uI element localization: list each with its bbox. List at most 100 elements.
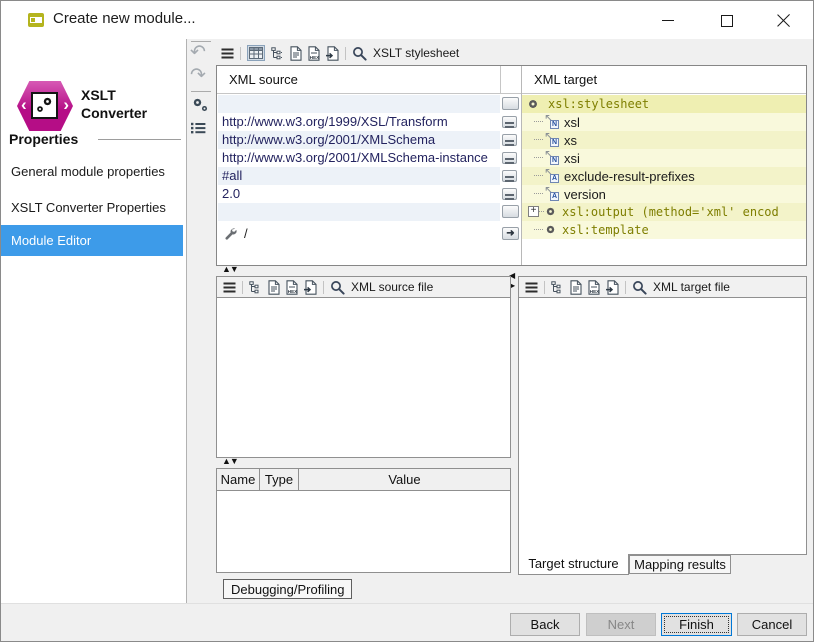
source-row[interactable]: #all bbox=[218, 167, 500, 185]
tree-branch-line bbox=[534, 193, 543, 194]
horizontal-splitter[interactable]: ▲▼ bbox=[222, 264, 238, 274]
equal-connector-button[interactable] bbox=[502, 134, 517, 146]
logo-gears-icon bbox=[31, 92, 58, 119]
column-header-name[interactable]: Name bbox=[217, 469, 260, 490]
grid-view-icon[interactable] bbox=[247, 45, 265, 61]
minimize-icon bbox=[662, 20, 674, 21]
list-icon[interactable] bbox=[191, 121, 206, 139]
source-file-toolbar-label: XML source file bbox=[351, 280, 433, 294]
tab-mapping-results[interactable]: Mapping results bbox=[629, 555, 731, 574]
source-file-view[interactable] bbox=[216, 297, 511, 458]
doc-icon[interactable] bbox=[570, 280, 582, 295]
toolbar-separator bbox=[191, 91, 211, 92]
source-root-text: / bbox=[244, 226, 248, 241]
maximize-button[interactable] bbox=[703, 5, 749, 35]
variables-table: Name Type Value bbox=[216, 468, 511, 573]
menu-icon[interactable] bbox=[223, 282, 236, 293]
search-icon[interactable] bbox=[330, 280, 345, 295]
redo-icon[interactable]: ↷ bbox=[190, 66, 206, 86]
tree-node-stylesheet[interactable]: xsl:stylesheet bbox=[522, 95, 806, 113]
connector-slot-button[interactable] bbox=[502, 205, 519, 218]
cancel-button[interactable]: Cancel bbox=[737, 613, 807, 636]
sidebar: ‹ › XSLT Converter Properties General mo… bbox=[1, 39, 186, 603]
sidebar-item-xslt-converter-properties[interactable]: XSLT Converter Properties bbox=[1, 197, 183, 219]
sidebar-item-general-module-properties[interactable]: General module properties bbox=[1, 161, 183, 183]
equal-connector-button[interactable] bbox=[502, 170, 517, 182]
expand-icon[interactable]: + bbox=[528, 206, 539, 217]
menu-icon[interactable] bbox=[221, 48, 234, 59]
tree-node-template[interactable]: xsl:template bbox=[522, 221, 806, 239]
source-row[interactable]: http://www.w3.org/2001/XMLSchema-instanc… bbox=[218, 149, 500, 167]
import-doc-icon[interactable] bbox=[606, 280, 619, 295]
doc-icon[interactable] bbox=[290, 46, 302, 61]
splitter-up-icon: ▲ bbox=[222, 264, 230, 274]
arrow-connector-button[interactable]: ➜ bbox=[502, 227, 519, 240]
header-divider bbox=[500, 66, 501, 93]
finish-button[interactable]: Finish bbox=[661, 613, 732, 636]
attribute-icon: ↖A bbox=[544, 168, 560, 183]
close-icon bbox=[777, 13, 791, 27]
tree-branch-line bbox=[534, 229, 543, 230]
import-doc-icon[interactable] bbox=[326, 46, 339, 61]
tab-target-structure[interactable]: Target structure bbox=[518, 554, 629, 575]
source-row[interactable]: http://www.w3.org/1999/XSL/Transform bbox=[218, 113, 500, 131]
doc-icon[interactable] bbox=[268, 280, 280, 295]
variables-table-header: Name Type Value bbox=[217, 469, 510, 491]
source-root-row[interactable]: / bbox=[218, 225, 500, 244]
import-doc-icon[interactable] bbox=[304, 280, 317, 295]
tree-node-label: version bbox=[564, 187, 606, 202]
mapping-header: XML source XML target bbox=[217, 66, 806, 94]
back-button[interactable]: Back bbox=[510, 613, 580, 636]
tree-view-icon[interactable] bbox=[249, 281, 262, 294]
search-icon[interactable] bbox=[632, 280, 647, 295]
sidebar-item-module-editor[interactable]: Module Editor bbox=[1, 225, 183, 256]
search-icon[interactable] bbox=[352, 46, 367, 61]
window-title: Create new module... bbox=[53, 10, 196, 27]
xslt-converter-logo-icon: ‹ › bbox=[17, 81, 73, 131]
source-row[interactable]: 2.0 bbox=[218, 185, 500, 203]
settings-gears-icon[interactable] bbox=[191, 96, 211, 116]
hex-doc-icon[interactable]: HEX bbox=[308, 46, 320, 61]
tree-view-icon[interactable] bbox=[551, 281, 564, 294]
source-row[interactable] bbox=[218, 203, 500, 221]
close-button[interactable] bbox=[761, 5, 807, 35]
source-row[interactable] bbox=[218, 95, 500, 113]
section-divider bbox=[98, 139, 181, 140]
equal-connector-button[interactable] bbox=[502, 188, 517, 200]
tree-node-label: xsi bbox=[564, 151, 580, 166]
minimize-button[interactable] bbox=[645, 5, 691, 35]
column-header-value[interactable]: Value bbox=[299, 469, 510, 490]
tree-node-label: xsl:output (method='xml' encod bbox=[562, 205, 779, 219]
tree-node-xsl[interactable]: ↖N xsl bbox=[522, 113, 806, 131]
app-icon bbox=[28, 13, 44, 27]
target-tree: xsl:stylesheet ↖N xsl ↖N xs ↖N xsi ↖A ex… bbox=[522, 95, 806, 239]
tree-node-version[interactable]: ↖A version bbox=[522, 185, 806, 203]
tree-node-label: exclude-result-prefixes bbox=[564, 169, 695, 184]
xml-source-header: XML source bbox=[229, 72, 298, 87]
source-row-text: #all bbox=[222, 168, 242, 183]
target-file-view[interactable] bbox=[518, 297, 807, 555]
svg-text:HEX: HEX bbox=[310, 55, 320, 60]
equal-connector-button[interactable] bbox=[502, 152, 517, 164]
debugging-profiling-button[interactable]: Debugging/Profiling bbox=[223, 579, 352, 599]
equal-connector-button[interactable] bbox=[502, 116, 517, 128]
horizontal-splitter[interactable]: ▲▼ bbox=[222, 456, 238, 466]
tree-node-exclude-result-prefixes[interactable]: ↖A exclude-result-prefixes bbox=[522, 167, 806, 185]
undo-icon[interactable]: ↶ bbox=[190, 43, 206, 63]
stylesheet-toolbar-label: XSLT stylesheet bbox=[373, 46, 459, 60]
tree-node-output[interactable]: + xsl:output (method='xml' encod bbox=[522, 203, 806, 221]
toolbar-separator bbox=[625, 281, 626, 294]
tree-branch-line bbox=[534, 175, 543, 176]
tree-node-xs[interactable]: ↖N xs bbox=[522, 131, 806, 149]
tree-node-label: xsl bbox=[564, 115, 580, 130]
tree-node-xsi[interactable]: ↖N xsi bbox=[522, 149, 806, 167]
hex-doc-icon[interactable]: HEX bbox=[588, 280, 600, 295]
gear-node-icon bbox=[526, 97, 540, 111]
column-header-type[interactable]: Type bbox=[260, 469, 299, 490]
tree-view-icon[interactable] bbox=[271, 47, 284, 60]
source-row[interactable]: http://www.w3.org/2001/XMLSchema bbox=[218, 131, 500, 149]
menu-icon[interactable] bbox=[525, 282, 538, 293]
connector-slot-button[interactable] bbox=[502, 97, 519, 110]
hex-doc-icon[interactable]: HEX bbox=[286, 280, 298, 295]
tree-node-label: xsl:template bbox=[562, 223, 649, 237]
